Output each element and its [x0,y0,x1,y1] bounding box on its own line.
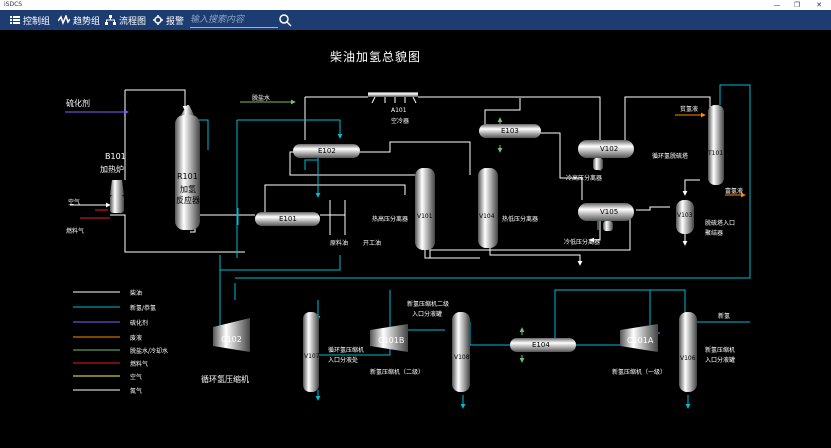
v108-name2-label: 入口分液罐 [412,311,443,318]
v103-label: V103 [677,212,693,219]
maximize-button[interactable]: ❐ [790,0,804,10]
raw-oil-label: 原料油 [330,240,349,247]
e103-label: E103 [501,127,519,135]
start-oil-label: 开工油 [363,240,382,247]
t101-label: T101 [708,150,724,157]
toolbar-flowchart[interactable]: 流程图 [105,10,146,30]
legend-item: 脱盐水/冷却水 [130,348,169,355]
legend-item: 硫化剂 [130,320,149,327]
rich-hydrogen-label: 富氢液 [725,188,744,195]
r101-name2-label: 反应器 [176,196,200,205]
app-name: iSDCS [4,1,23,8]
v106-name1-label: 新氢压缩机 [705,347,736,354]
legend-item: 氮气 [130,388,143,395]
legend-item: 新氢/恭氢 [130,305,157,312]
lean-hydrogen-label: 贫氢液 [680,106,699,113]
c101b-name-label: 新氢压缩机（二级） [370,369,425,376]
c101b-label: C101B [378,336,405,345]
b101-code-label: B101 [105,152,126,161]
e101-label: E101 [279,215,297,223]
recycle-compressor-label: 循环氢压缩机 [201,375,249,384]
legend-item: 空气 [130,374,143,381]
legend-item: 废液 [130,335,143,342]
alarm-gear-icon [153,15,163,25]
legend-item: 柴油 [130,290,143,297]
toolbar-control-group-label: 控制组 [23,16,51,27]
toolbar-trend-group[interactable]: 趋势组 [58,10,100,30]
e104-label: E104 [532,341,550,349]
v107-label: V107 [304,353,320,360]
v107-name2-label: 入口分液处 [328,357,359,364]
cold-hp-sep-label: 冷高压分离器 [566,175,603,182]
flowchart-icon [105,15,116,25]
cold-lp-sep-label: 冷低压分离器 [564,239,601,246]
c102-label: C102 [221,335,242,344]
new-hydrogen-label: 新氢 [718,313,731,320]
v106-label: V106 [680,355,696,362]
close-button[interactable]: ✕ [812,0,826,10]
minimize-button[interactable]: — [770,0,784,10]
v102-label: V102 [600,145,619,153]
e102-label: E102 [318,147,336,155]
list-icon [10,16,20,24]
trend-icon [58,15,70,25]
recycle-desulf-label: 循环氢脱硫塔 [652,153,689,160]
v106-name2-label: 入口分液罐 [705,357,736,364]
v107-name1-label: 循环氢压缩机 [328,347,365,354]
toolbar-control-group[interactable]: 控制组 [10,10,50,30]
toolbar: 控制组 趋势组 流程图 报警 [0,10,831,30]
hot-hp-sep-label: 热高压分离器 [372,216,409,223]
desalted-water-label: 脱盐水 [252,95,271,102]
page-title: 柴油加氢总貌图 [330,50,422,64]
search-input[interactable] [190,13,278,28]
v104-label: V104 [479,213,495,220]
toolbar-alarm-label: 报警 [166,16,185,27]
search-icon[interactable] [278,13,292,27]
toolbar-flowchart-label: 流程图 [119,16,147,27]
air-label: 空气 [68,199,81,206]
v101-label: V101 [417,213,433,220]
fuel-gas-label: 燃料气 [66,228,85,235]
a101-name-label: 空冷器 [391,118,410,125]
sulfide-agent-label: 硫化剂 [66,99,90,108]
toolbar-trend-group-label: 趋势组 [73,16,101,27]
process-canvas [0,30,831,448]
v105-label: V105 [600,208,619,216]
b101-name-label: 加热炉 [100,165,124,174]
r101-name1-label: 加氢 [180,185,196,194]
desulf-inlet1-label: 脱硫塔入口 [705,220,736,227]
v108-name1-label: 新氢压缩机二级 [407,301,450,308]
c101a-label: C101A [627,336,654,345]
c101a-name-label: 新氢压缩机（一级） [612,369,667,376]
v108-label: V108 [454,354,470,361]
legend-item: 燃料气 [130,361,149,368]
a101-code-label: A101 [391,107,407,114]
r101-code-label: R101 [177,172,198,181]
desulf-inlet2-label: 聚结器 [705,230,724,237]
toolbar-alarm[interactable]: 报警 [153,10,184,30]
hot-lp-sep-label: 热低压分离器 [502,216,539,223]
